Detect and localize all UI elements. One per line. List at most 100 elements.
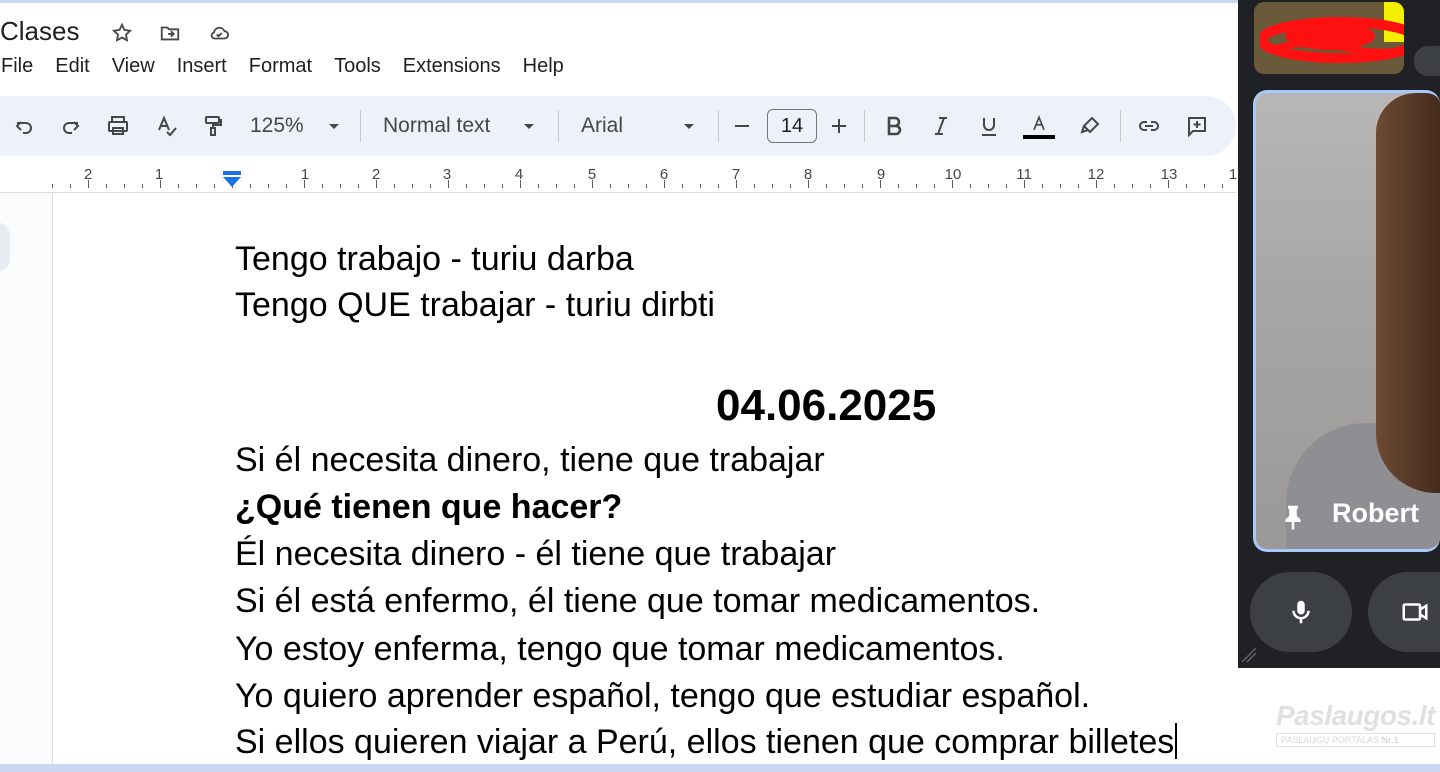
- top-border: [0, 0, 1440, 3]
- resize-handle-icon[interactable]: [1240, 646, 1258, 664]
- increase-font-size-icon[interactable]: [826, 109, 852, 143]
- bold-icon[interactable]: [881, 109, 907, 143]
- ruler-tick: [1024, 180, 1025, 188]
- doc-line-bold[interactable]: ¿Qué tienen que hacer?: [235, 487, 622, 527]
- doc-line[interactable]: Él necesita dinero - él tiene que trabaj…: [235, 534, 836, 574]
- menu-file[interactable]: File: [0, 52, 44, 80]
- ruler-label: 3: [442, 166, 452, 183]
- font-value: Arial: [581, 114, 624, 137]
- ruler-tick: [718, 184, 719, 188]
- doc-line[interactable]: Yo quiero aprender español, tengo que es…: [235, 676, 1090, 716]
- ruler-tick: [970, 184, 971, 188]
- chevron-down-icon[interactable]: [677, 109, 701, 143]
- watermark-badge: Nr.1: [1381, 735, 1399, 745]
- ruler-tick: [556, 184, 557, 188]
- toolbar-divider: [718, 110, 719, 142]
- ruler-label: 9: [876, 166, 886, 183]
- italic-icon[interactable]: [928, 109, 954, 143]
- ruler-tick: [106, 184, 107, 188]
- ruler-tick: [304, 180, 305, 188]
- print-icon[interactable]: [104, 109, 132, 143]
- redo-icon[interactable]: [57, 109, 85, 143]
- zoom-select[interactable]: 125%: [250, 109, 304, 143]
- camera-button[interactable]: [1368, 572, 1440, 652]
- ruler-tick: [916, 184, 917, 188]
- cloud-saved-icon[interactable]: [206, 20, 232, 46]
- ruler-tick: [880, 180, 881, 188]
- ruler-tick: [88, 180, 89, 188]
- watermark-tagline: PASLAUGŲ PORTALAS Nr.1: [1276, 733, 1435, 747]
- zoom-value: 125%: [250, 114, 304, 137]
- font-select[interactable]: Arial: [581, 109, 623, 143]
- ruler-label: 13: [1160, 166, 1178, 183]
- menu-extensions[interactable]: Extensions: [392, 52, 512, 80]
- ruler-tick: [610, 184, 611, 188]
- text-color-icon[interactable]: [1022, 109, 1056, 143]
- ruler-tick: [1132, 184, 1133, 188]
- ruler-tick: [664, 180, 665, 188]
- doc-line[interactable]: Si él necesita dinero, tiene que trabaja…: [235, 440, 825, 480]
- ruler-tick: [826, 184, 827, 188]
- link-icon[interactable]: [1135, 109, 1163, 143]
- ruler-tick: [412, 184, 413, 188]
- ruler-tick: [502, 184, 503, 188]
- move-to-folder-icon[interactable]: [157, 20, 183, 46]
- ruler-tick: [1114, 184, 1115, 188]
- ruler-tick: [394, 184, 395, 188]
- menu-view[interactable]: View: [101, 52, 166, 80]
- ruler-tick: [124, 184, 125, 188]
- menu-tools[interactable]: Tools: [323, 52, 392, 80]
- participant-thumbnail[interactable]: [1254, 2, 1404, 74]
- ruler-tick: [160, 180, 161, 188]
- menu-edit[interactable]: Edit: [44, 52, 100, 80]
- chevron-down-icon[interactable]: [517, 109, 541, 143]
- star-icon[interactable]: [109, 20, 135, 46]
- menu-help[interactable]: Help: [512, 52, 575, 80]
- ruler-tick: [466, 184, 467, 188]
- paint-format-icon[interactable]: [199, 109, 227, 143]
- toolbar: 125% Normal text Arial: [0, 96, 1236, 156]
- participant-avatar[interactable]: [1414, 46, 1440, 76]
- document-title[interactable]: Clases: [0, 16, 79, 47]
- style-value: Normal text: [383, 114, 491, 137]
- font-size-input[interactable]: 14: [767, 109, 817, 143]
- ruler-tick: [1222, 184, 1223, 188]
- chevron-down-icon[interactable]: [322, 109, 346, 143]
- doc-line[interactable]: Yo estoy enferma, tengo que tomar medica…: [235, 629, 1005, 669]
- add-comment-icon[interactable]: [1183, 109, 1211, 143]
- undo-icon[interactable]: [10, 109, 38, 143]
- microphone-button[interactable]: [1250, 572, 1352, 652]
- spellcheck-icon[interactable]: [153, 109, 181, 143]
- ruler-tick: [988, 184, 989, 188]
- microphone-icon: [1292, 600, 1310, 624]
- ruler-tick: [1078, 184, 1079, 188]
- doc-line[interactable]: Si él está enfermo, él tiene que tomar m…: [235, 581, 1040, 621]
- underline-icon[interactable]: [976, 109, 1002, 143]
- indent-marker[interactable]: [222, 171, 242, 189]
- ruler-tick: [1204, 184, 1205, 188]
- ruler-label: 1: [300, 166, 310, 183]
- date-heading[interactable]: 04.06.2025: [716, 382, 936, 430]
- menu-format[interactable]: Format: [238, 52, 323, 80]
- doc-line[interactable]: Tengo trabajo - turiu darba: [235, 239, 634, 279]
- style-select[interactable]: Normal text: [383, 109, 490, 143]
- ruler-tick: [484, 184, 485, 188]
- ruler-tick: [430, 184, 431, 188]
- ruler-tick: [322, 184, 323, 188]
- toolbar-divider: [1120, 110, 1121, 142]
- decrease-font-size-icon[interactable]: [729, 109, 755, 143]
- highlight-icon[interactable]: [1077, 109, 1103, 143]
- pinned-participant-video[interactable]: [1253, 90, 1440, 552]
- doc-line-last[interactable]: Si ellos quieren viajar a Perú, ellos ti…: [235, 722, 1178, 762]
- ruler-tick: [520, 180, 521, 188]
- ruler-label: 4: [514, 166, 524, 183]
- ruler-tick: [736, 180, 737, 188]
- menu-insert[interactable]: Insert: [166, 52, 238, 80]
- ruler-tick: [862, 184, 863, 188]
- ruler-tick: [52, 184, 53, 188]
- ruler-label: 1: [154, 166, 164, 183]
- pin-icon[interactable]: [1278, 500, 1308, 534]
- ruler-tick: [682, 184, 683, 188]
- ruler-tick: [898, 184, 899, 188]
- doc-line[interactable]: Tengo QUE trabajar - turiu dirbti: [235, 285, 715, 325]
